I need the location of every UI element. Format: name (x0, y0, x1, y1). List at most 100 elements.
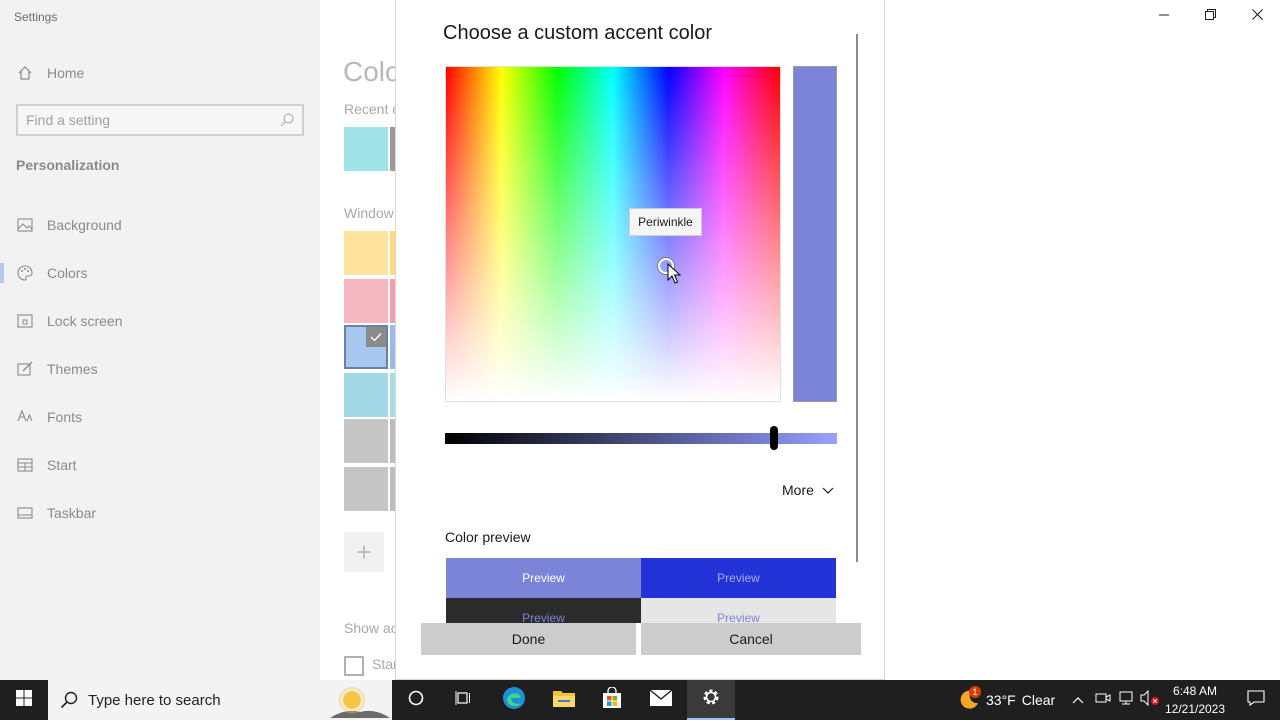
plus-icon: + (356, 536, 372, 567)
preview-text: Preview (522, 611, 565, 623)
start-checkbox[interactable] (344, 656, 364, 676)
app-title: Settings (14, 10, 58, 24)
recent-color-swatch[interactable] (344, 127, 388, 171)
window-color-swatch[interactable] (344, 467, 388, 511)
window-color-swatch[interactable] (344, 231, 388, 275)
dialog-title: Choose a custom accent color (443, 22, 713, 44)
clock-date: 12/21/2023 (1164, 702, 1226, 716)
meet-now-button[interactable] (1091, 680, 1115, 720)
color-spectrum[interactable] (445, 66, 781, 402)
preview-dark-accent: Preview (641, 558, 836, 598)
show-accent-label: Show ac (344, 620, 398, 636)
sidebar-item-label: Themes (47, 361, 98, 377)
search-field[interactable] (16, 104, 304, 136)
volume-muted-icon (1140, 689, 1160, 711)
taskbar-icon (16, 504, 34, 522)
clock-time: 6:48 AM (1172, 684, 1218, 698)
sidebar-item-label: Taskbar (47, 505, 97, 521)
font-icon (16, 408, 34, 426)
sidebar: Settings Home Personalization Background (0, 0, 320, 680)
chevron-up-icon (1072, 691, 1084, 709)
sidebar-item-taskbar[interactable]: Taskbar (0, 493, 320, 533)
sidebar-item-themes[interactable]: Themes (0, 349, 320, 389)
store-icon (601, 685, 623, 714)
sidebar-item-home[interactable]: Home (0, 53, 320, 93)
page-title: Colo (343, 56, 401, 87)
recent-colors-label: Recent c (344, 101, 400, 117)
preview-light-accent: Preview (446, 558, 641, 598)
more-label: More (782, 482, 814, 498)
window-color-swatch[interactable] (344, 373, 388, 417)
clock[interactable]: 6:48 AM 12/21/2023 (1160, 682, 1230, 718)
file-explorer-button[interactable] (540, 680, 588, 720)
brush-icon (16, 360, 34, 378)
section-title: Personalization (16, 157, 120, 173)
accent-color-dialog: Choose a custom accent color Periwinkle … (395, 0, 885, 680)
sidebar-item-label: Colors (47, 265, 88, 281)
done-button[interactable]: Done (421, 623, 636, 655)
start-icon (16, 456, 34, 474)
brightness-slider[interactable] (445, 433, 837, 444)
close-icon (1251, 7, 1263, 25)
mail-button[interactable] (637, 680, 685, 720)
sidebar-item-start[interactable]: Start (0, 445, 320, 485)
search-input[interactable] (26, 111, 276, 129)
start-checkbox-label: Star (372, 656, 398, 672)
show-hidden-icons-button[interactable] (1066, 680, 1090, 720)
selected-color-swatch (793, 66, 837, 402)
mouse-cursor-icon (667, 262, 682, 290)
color-name-tooltip: Periwinkle (629, 208, 702, 236)
weather-temperature: 33°F (986, 692, 1016, 708)
close-button[interactable] (1234, 0, 1280, 32)
sidebar-item-background[interactable]: Background (0, 205, 320, 245)
notifications-button[interactable] (1232, 680, 1280, 720)
chevron-down-icon (822, 482, 834, 498)
sidebar-item-label: Fonts (47, 409, 83, 425)
more-button[interactable]: More (782, 482, 834, 498)
store-button[interactable] (588, 680, 636, 720)
sidebar-item-label: Background (47, 217, 122, 233)
color-preview-label: Color preview (445, 529, 531, 545)
taskbar-search-placeholder: Type here to search (88, 692, 221, 709)
windows-logo-icon (16, 689, 32, 711)
edge-button[interactable] (490, 680, 538, 720)
volume-button[interactable] (1138, 680, 1162, 720)
preview-light-background: Preview (641, 598, 836, 623)
sunrise-icon (330, 682, 390, 718)
sidebar-item-label: Home (47, 65, 85, 81)
window-color-swatch[interactable] (344, 279, 388, 323)
cancel-button[interactable]: Cancel (641, 623, 861, 655)
windows-colors-label: Window (344, 205, 394, 221)
image-icon (16, 216, 34, 234)
edge-icon (502, 686, 526, 715)
network-icon (1118, 691, 1134, 710)
mail-icon (649, 688, 673, 712)
taskbar: Type here to search 33°F Clear 6:48 AM 1… (0, 680, 1280, 720)
custom-color-button[interactable]: + (344, 532, 384, 572)
dialog-scrollbar[interactable] (856, 34, 858, 562)
preview-text: Preview (522, 571, 565, 585)
notification-icon (1247, 689, 1265, 711)
network-button[interactable] (1114, 680, 1138, 720)
restore-button[interactable] (1187, 0, 1233, 32)
palette-icon (16, 264, 34, 282)
minimize-button[interactable] (1141, 0, 1187, 32)
window-color-swatch-selected[interactable] (344, 325, 388, 369)
minimize-icon (1159, 7, 1169, 25)
start-button[interactable] (0, 680, 48, 720)
cortana-button[interactable] (392, 680, 440, 720)
sidebar-item-colors[interactable]: Colors (0, 253, 320, 293)
sidebar-item-lock-screen[interactable]: Lock screen (0, 301, 320, 341)
brightness-slider-thumb[interactable] (770, 426, 779, 450)
video-icon (1095, 691, 1111, 710)
settings-app-button[interactable] (687, 680, 735, 720)
restore-icon (1204, 7, 1216, 25)
task-view-button[interactable] (440, 680, 488, 720)
sidebar-item-fonts[interactable]: Fonts (0, 397, 320, 437)
lock-screen-icon (16, 312, 34, 330)
window-color-swatch[interactable] (344, 419, 388, 463)
search-icon[interactable] (279, 112, 295, 133)
cortana-icon (408, 690, 424, 711)
preview-text: Preview (717, 611, 760, 623)
home-icon (16, 64, 34, 82)
